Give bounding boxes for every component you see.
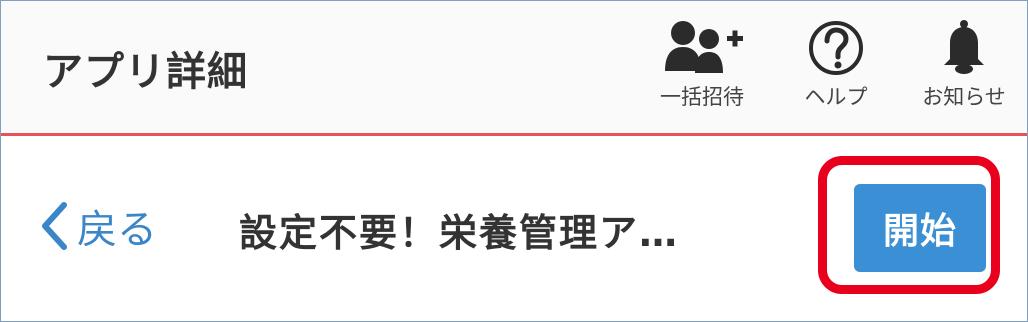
app-detail-window: アプリ詳細 一括招待 ヘルプ お知らせ 戻る 設定不要！栄養管理ア… 開始: [0, 0, 1028, 322]
chevron-left-icon: [42, 202, 67, 250]
start-button[interactable]: 開始: [854, 184, 986, 272]
page-title: アプリ詳細: [43, 49, 248, 95]
add-users-icon: [665, 21, 743, 73]
back-label: 戻る: [77, 207, 157, 253]
help-label: ヘルプ: [804, 85, 868, 109]
bulk-invite-label: 一括招待: [660, 85, 744, 109]
notifications-label: お知らせ: [922, 85, 1006, 109]
help-button[interactable]: ヘルプ: [788, 19, 884, 127]
notifications-button[interactable]: お知らせ: [907, 19, 1021, 127]
bell-icon: [944, 20, 984, 74]
bulk-invite-button[interactable]: 一括招待: [647, 19, 757, 127]
help-icon: [809, 21, 863, 75]
app-name: 設定不要！栄養管理ア…: [239, 211, 680, 255]
header-bar: アプリ詳細 一括招待 ヘルプ お知らせ: [1, 1, 1027, 136]
back-button[interactable]: 戻る: [39, 196, 157, 256]
app-toolbar: 戻る 設定不要！栄養管理ア… 開始: [1, 136, 1027, 321]
